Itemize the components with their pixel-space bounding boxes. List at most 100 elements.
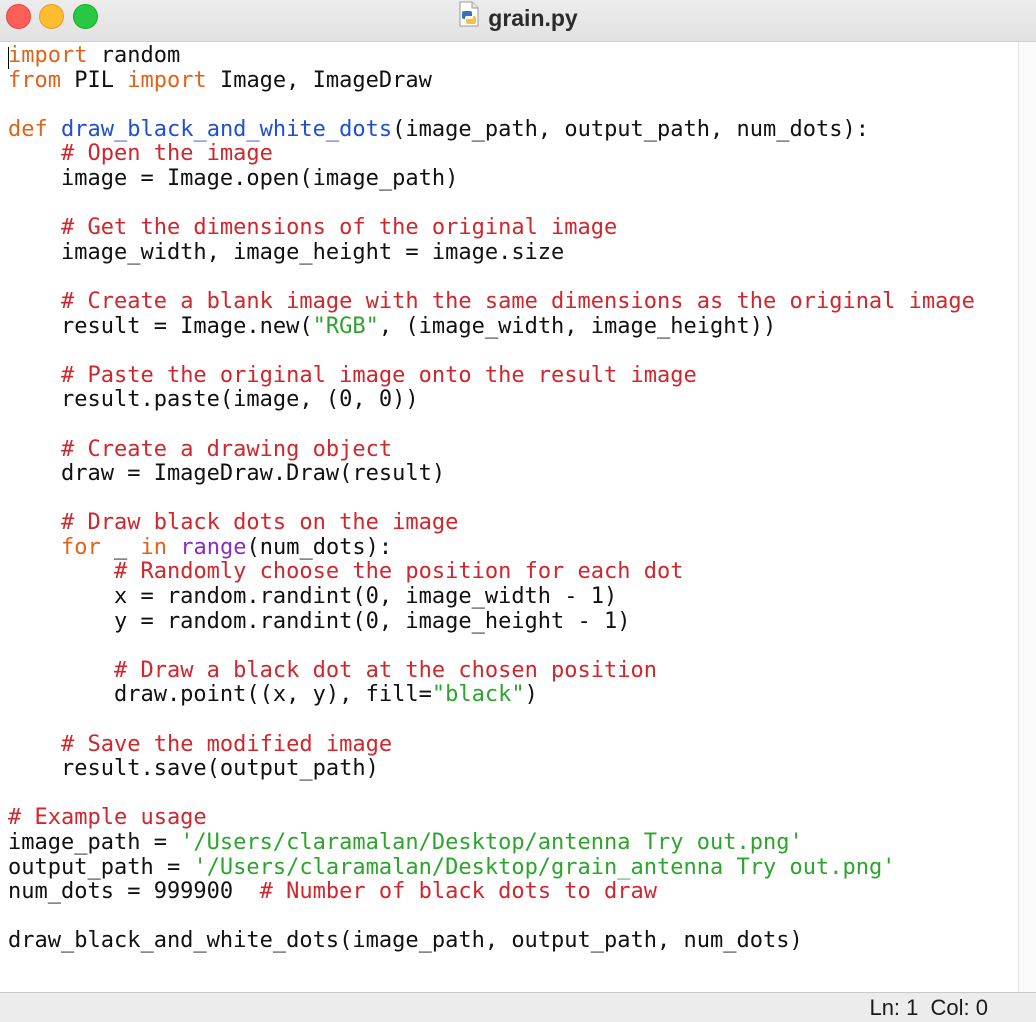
code-token: random: [87, 43, 181, 68]
code-token: image_path =: [8, 830, 181, 855]
code-token: # Randomly choose the position for each …: [113, 559, 684, 585]
code-line[interactable]: # Open the image: [8, 142, 975, 167]
python-file-icon: [458, 1, 480, 34]
code-line[interactable]: [8, 634, 975, 659]
code-token: import: [127, 67, 207, 93]
code-line[interactable]: [8, 782, 975, 807]
code-text[interactable]: import random from PIL import Image, Imag…: [8, 43, 975, 954]
code-line[interactable]: draw = ImageDraw.Draw(result): [8, 461, 975, 487]
code-line[interactable]: result = Image.new("RGB", (image_width, …: [8, 313, 975, 340]
editor-window: grain.py import random from PIL import Im…: [0, 0, 1036, 1022]
code-token: # Save the modified image: [60, 731, 393, 757]
code-token: (num_dots):: [246, 534, 393, 560]
code-line[interactable]: y = random.randint(0, image_height - 1): [8, 608, 975, 635]
code-token: result = Image.new(: [8, 313, 313, 339]
code-token: # Paste the original image onto the resu…: [60, 362, 697, 388]
code-line[interactable]: for _ in range(num_dots):: [8, 534, 975, 561]
code-line[interactable]: def draw_black_and_white_dots(image_path…: [8, 116, 975, 143]
code-token: image = Image.open(image_path): [8, 165, 459, 191]
code-token: '/Users/claramalan/Desktop/grain_antenna…: [193, 854, 896, 880]
code-token: _: [100, 534, 141, 560]
code-line[interactable]: result.paste(image, (0, 0)): [8, 388, 975, 413]
code-line[interactable]: from PIL import Image, ImageDraw: [8, 67, 975, 94]
code-token: # Create a drawing object: [60, 436, 393, 462]
code-line[interactable]: image_path = '/Users/claramalan/Desktop/…: [8, 830, 975, 856]
text-cursor: [8, 47, 9, 69]
code-token: (image_path, output_path, num_dots):: [392, 116, 869, 142]
code-line[interactable]: image = Image.open(image_path): [8, 165, 975, 192]
code-token: draw = ImageDraw.Draw(result): [8, 461, 446, 487]
code-line[interactable]: # Get the dimensions of the original ima…: [8, 215, 975, 241]
code-line[interactable]: image_width, image_height = image.size: [8, 239, 975, 266]
code-line[interactable]: # Create a blank image with the same dim…: [8, 288, 975, 315]
code-line[interactable]: [8, 265, 975, 290]
code-line[interactable]: [8, 339, 975, 364]
status-bar: Ln: 1 Col: 0: [0, 992, 1036, 1022]
code-line[interactable]: num_dots = 999900 # Number of black dots…: [8, 879, 975, 905]
code-token: y = random.randint(0, image_height - 1): [8, 608, 631, 634]
code-line[interactable]: import random: [8, 43, 975, 69]
code-token: from: [8, 67, 61, 93]
code-line[interactable]: draw_black_and_white_dots(image_path, ou…: [8, 929, 975, 954]
code-token: # Get the dimensions of the original ima…: [60, 215, 618, 241]
code-token: "RGB": [312, 313, 379, 339]
code-token: x = random.randint(0, image_width - 1): [8, 584, 618, 610]
code-token: for: [60, 534, 101, 560]
code-line[interactable]: # Draw black dots on the image: [8, 510, 975, 536]
title-bar[interactable]: grain.py: [0, 0, 1036, 42]
code-token: draw_black_and_white_dots: [61, 116, 393, 142]
code-editor[interactable]: import random from PIL import Image, Imag…: [0, 42, 1018, 992]
code-token: image_width, image_height = image.size: [8, 239, 565, 265]
code-token: import: [8, 43, 88, 68]
code-line[interactable]: # Paste the original image onto the resu…: [8, 362, 975, 389]
code-line[interactable]: [8, 93, 975, 118]
code-token: Image, ImageDraw: [206, 67, 432, 93]
code-token: PIL: [60, 67, 128, 93]
code-line[interactable]: # Create a drawing object: [8, 436, 975, 463]
code-line[interactable]: result.save(output_path): [8, 756, 975, 782]
code-token: "black": [431, 682, 525, 708]
vertical-scrollbar[interactable]: [1018, 42, 1036, 992]
code-line[interactable]: [8, 905, 975, 930]
code-line[interactable]: [8, 487, 975, 512]
code-token: # Number of black dots to draw: [259, 879, 658, 905]
code-token: # Open the image: [60, 141, 273, 167]
code-line[interactable]: # Randomly choose the position for each …: [8, 560, 975, 585]
code-line[interactable]: draw.point((x, y), fill="black"): [8, 683, 975, 708]
code-token: def: [8, 116, 48, 142]
code-token: num_dots = 999900: [8, 879, 260, 905]
code-token: draw_black_and_white_dots(image_path, ou…: [8, 928, 803, 954]
code-line[interactable]: [8, 413, 975, 438]
window-title: grain.py: [488, 5, 578, 31]
code-token: result.paste(image, (0, 0)): [8, 387, 419, 413]
code-line[interactable]: x = random.randint(0, image_width - 1): [8, 584, 975, 610]
code-line[interactable]: # Draw a black dot at the chosen positio…: [8, 658, 975, 684]
code-token: '/Users/claramalan/Desktop/antenna Try o…: [180, 830, 803, 855]
code-line[interactable]: # Save the modified image: [8, 731, 975, 758]
code-line[interactable]: [8, 192, 975, 217]
code-line[interactable]: output_path = '/Users/claramalan/Desktop…: [8, 854, 975, 881]
column-number: Col: 0: [930, 995, 988, 1020]
code-token: , (image_width, image_height)): [378, 313, 777, 339]
code-line[interactable]: # Example usage: [8, 806, 975, 831]
code-token: # Create a blank image with the same dim…: [60, 288, 975, 314]
code-line[interactable]: [8, 708, 975, 733]
code-token: # Example usage: [8, 805, 207, 831]
code-token: draw.point((x, y), fill=: [8, 682, 432, 708]
cursor-position: Ln: 1 Col: 0: [863, 995, 988, 1021]
code-token: in: [140, 534, 167, 560]
line-number: Ln: 1: [869, 995, 919, 1020]
code-token: output_path =: [8, 854, 194, 880]
code-token: result.save(output_path): [8, 756, 379, 782]
